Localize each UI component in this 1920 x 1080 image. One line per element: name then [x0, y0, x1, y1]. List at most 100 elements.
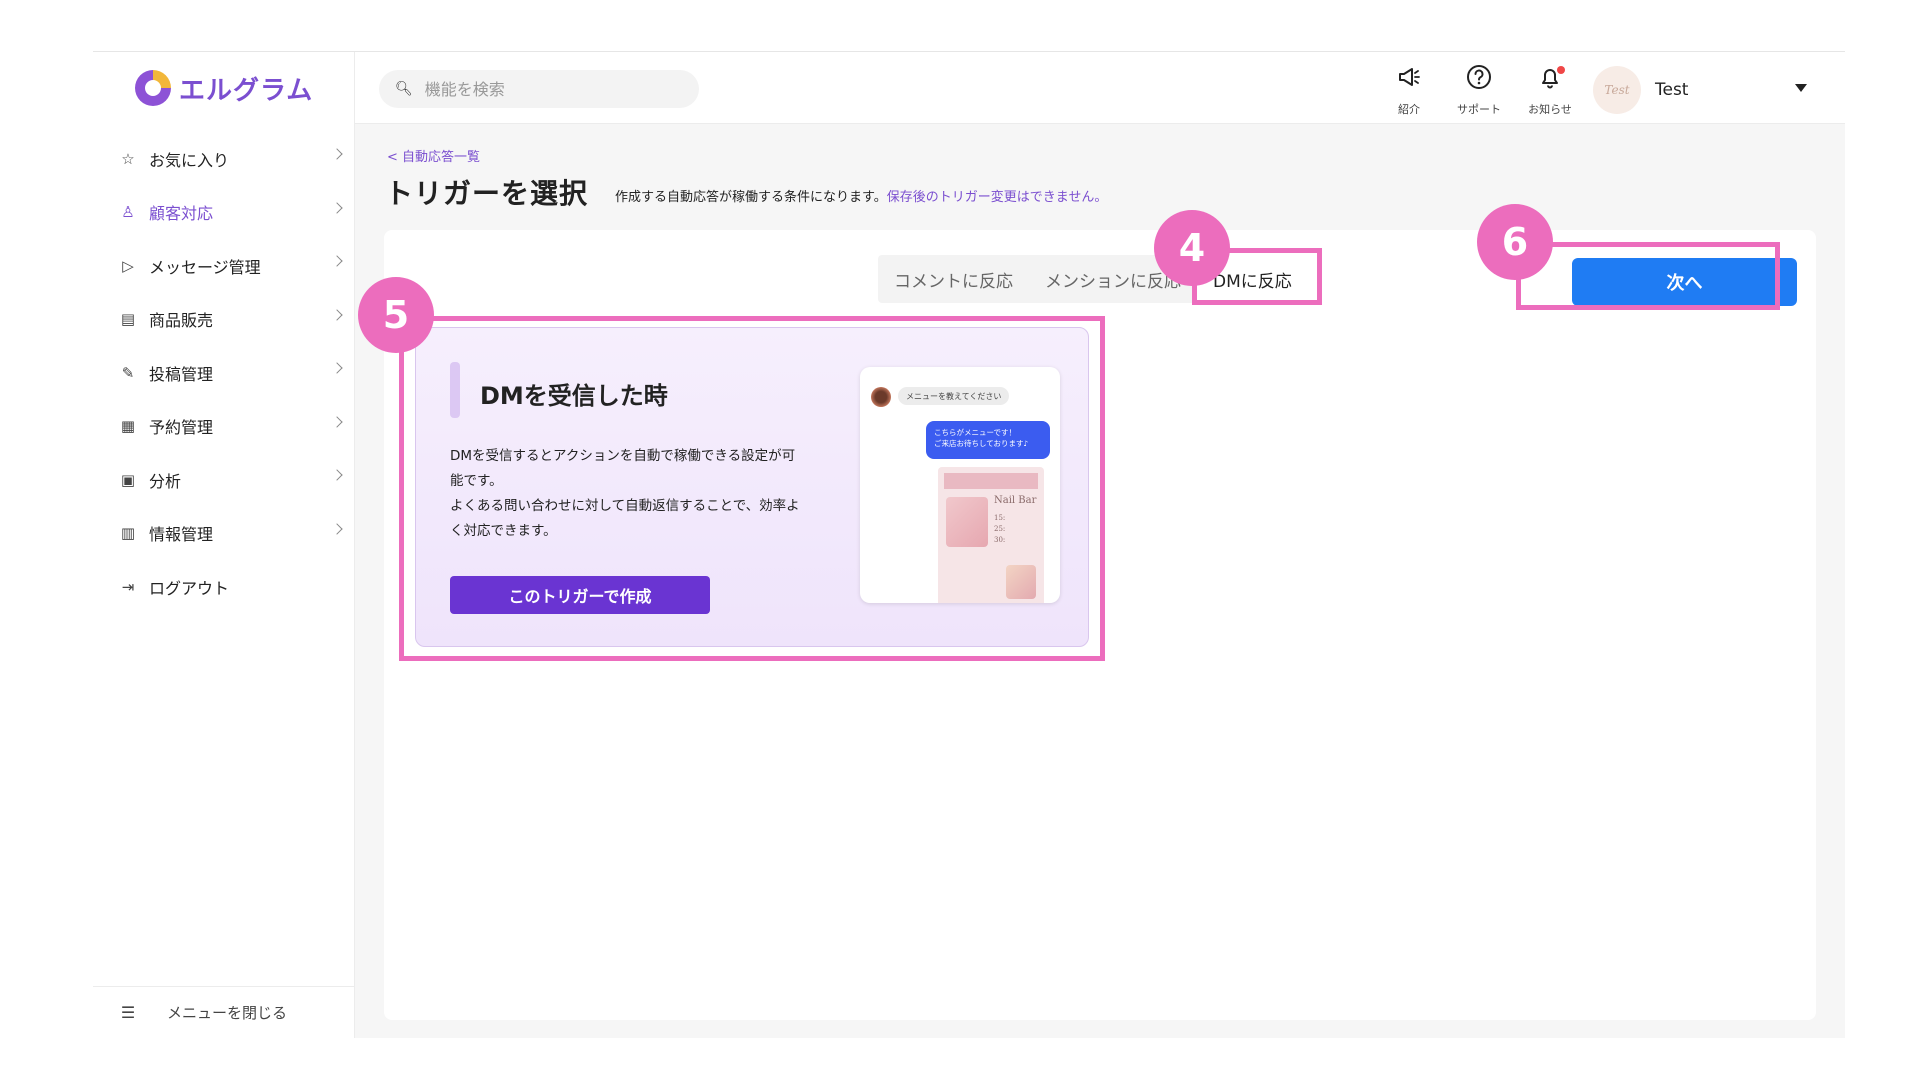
- bar-chart-icon: ▥: [120, 524, 136, 543]
- support-button[interactable]: サポート: [1449, 64, 1509, 117]
- sidebar-item-messages[interactable]: ▷ メッセージ管理: [93, 239, 355, 293]
- chevron-right-icon: [331, 415, 343, 428]
- notifications-label: お知らせ: [1528, 103, 1572, 116]
- chevron-left-icon: <: [387, 150, 403, 165]
- send-icon: ▷: [122, 256, 134, 275]
- edit-icon: ✎: [121, 363, 135, 382]
- card-description-line: 能です。: [450, 473, 503, 489]
- sidebar-item-logout[interactable]: ⇥ ログアウト: [93, 560, 355, 614]
- main-content: < 自動応答一覧 トリガーを選択 作成する自動応答が稼働する条件になります。保存…: [355, 124, 1845, 1038]
- preview-reply-message: こちらがメニューです！ ご来店お待ちしております♪: [926, 421, 1050, 459]
- chevron-right-icon: [331, 362, 343, 374]
- chevron-right-icon: [331, 522, 343, 535]
- avatar: Test: [1593, 66, 1641, 114]
- preview-menu-prices: 15: 25: 30:: [994, 513, 1005, 546]
- sidebar-item-label: 投稿管理: [149, 364, 214, 384]
- megaphone-icon: [1379, 64, 1439, 99]
- breadcrumb[interactable]: < 自動応答一覧: [387, 146, 480, 165]
- sidebar-item-label: 予約管理: [149, 418, 214, 438]
- dm-preview-image: メニューを教えてください こちらがメニューです！ ご来店お待ちしております♪ N…: [860, 367, 1060, 603]
- preview-nail-photo: [946, 497, 988, 547]
- breadcrumb-label: 自動応答一覧: [402, 150, 481, 165]
- card-description-line: く対応できます。: [450, 523, 557, 539]
- user-menu[interactable]: Test Test: [1593, 66, 1688, 114]
- bell-icon: [1520, 64, 1580, 99]
- star-icon: ☆: [121, 149, 135, 168]
- create-trigger-button[interactable]: このトリガーで作成: [450, 576, 710, 614]
- sidebar-nav: ☆ お気に入り ♙ 顧客対応 ▷ メッセージ管理 ▤ 商品販売 ✎ 投稿管理 ▦…: [93, 132, 355, 614]
- sidebar-item-label: 商品販売: [149, 311, 214, 331]
- sidebar-item-label: 顧客対応: [149, 204, 214, 224]
- description-warning: 保存後のトリガー変更はできません。: [886, 190, 1108, 205]
- sidebar-item-label: 情報管理: [149, 525, 214, 545]
- card-description: DMを受信するとアクションを自動で稼働できる設定が可 能です。 よくある問い合わ…: [450, 444, 850, 544]
- sidebar-item-analytics[interactable]: ▣ 分析: [93, 453, 355, 507]
- annotation-badge-5: 5: [358, 277, 434, 353]
- app-logo[interactable]: エルグラム: [135, 68, 313, 108]
- sidebar-item-label: お気に入り: [149, 150, 230, 170]
- preview-price: 15:: [994, 514, 1006, 522]
- close-menu-label: メニューを閉じる: [167, 1004, 288, 1022]
- logout-icon: ⇥: [121, 577, 135, 596]
- preview-menu-header: [944, 473, 1038, 489]
- sidebar-item-label: 分析: [149, 471, 182, 491]
- close-menu-button[interactable]: ☰ メニューを閉じる: [93, 986, 355, 1038]
- sidebar: エルグラム ☆ お気に入り ♙ 顧客対応 ▷ メッセージ管理 ▤ 商品販売 ✎ …: [93, 52, 355, 1038]
- sidebar-item-favorites[interactable]: ☆ お気に入り: [93, 132, 355, 186]
- sidebar-item-label: ログアウト: [149, 578, 230, 598]
- page-title: トリガーを選択: [385, 177, 589, 210]
- search-input[interactable]: [424, 79, 665, 99]
- preview-menu-image: Nail Bar 15: 25: 30:: [938, 467, 1044, 603]
- search-icon: 🔍︎: [395, 81, 413, 97]
- report-icon: ▣: [120, 470, 136, 489]
- search-box: 🔍︎: [379, 70, 699, 108]
- chevron-right-icon: [331, 308, 343, 321]
- chevron-right-icon: [331, 255, 343, 267]
- preview-nail-photo: [1006, 565, 1036, 599]
- sidebar-item-sales[interactable]: ▤ 商品販売: [93, 293, 355, 347]
- preview-price: 30:: [994, 536, 1006, 544]
- user-name: Test: [1655, 80, 1689, 100]
- sidebar-item-label: メッセージ管理: [149, 257, 261, 277]
- notifications-button[interactable]: お知らせ: [1520, 64, 1580, 117]
- preview-menu-title: Nail Bar: [994, 495, 1037, 506]
- notification-dot: [1557, 66, 1565, 74]
- help-icon: [1449, 64, 1509, 99]
- chevron-right-icon: [331, 469, 343, 481]
- logo-icon: [135, 70, 171, 106]
- trigger-tabs: コメントに反応 メンションに反応 DMに反応: [878, 255, 1308, 303]
- annotation-badge-6: 6: [1477, 204, 1553, 280]
- page-description: 作成する自動応答が稼働する条件になります。保存後のトリガー変更はできません。: [615, 186, 1107, 205]
- preview-price: 25:: [994, 525, 1006, 533]
- card-description-line: よくある問い合わせに対して自動返信することで、効率よ: [450, 498, 800, 514]
- sidebar-item-reservations[interactable]: ▦ 予約管理: [93, 400, 355, 454]
- app-window: エルグラム ☆ お気に入り ♙ 顧客対応 ▷ メッセージ管理 ▤ 商品販売 ✎ …: [93, 51, 1845, 1038]
- tab-comment[interactable]: コメントに反応: [878, 255, 1029, 303]
- sidebar-item-info[interactable]: ▥ 情報管理: [93, 507, 355, 561]
- caret-down-icon[interactable]: [1795, 84, 1807, 92]
- intro-label: 紹介: [1398, 103, 1420, 116]
- chevron-right-icon: [331, 201, 343, 214]
- annotation-badge-4: 4: [1154, 210, 1230, 286]
- description-text: 作成する自動応答が稼働する条件になります。: [615, 190, 887, 205]
- chevron-right-icon: [331, 148, 343, 160]
- next-button[interactable]: 次へ: [1572, 258, 1797, 306]
- preview-avatar: [871, 387, 891, 407]
- support-label: サポート: [1457, 103, 1501, 116]
- preview-incoming-message: メニューを教えてください: [898, 387, 1010, 405]
- calendar-icon: ▦: [120, 417, 136, 436]
- trigger-card-dm[interactable]: DMを受信した時 DMを受信するとアクションを自動で稼働できる設定が可 能です。…: [415, 327, 1089, 647]
- sidebar-item-customer[interactable]: ♙ 顧客対応: [93, 186, 355, 240]
- sidebar-item-posts[interactable]: ✎ 投稿管理: [93, 346, 355, 400]
- card-title: DMを受信した時: [480, 382, 668, 410]
- card-description-line: DMを受信するとアクションを自動で稼働できる設定が可: [450, 448, 796, 464]
- preview-reply-line: ご来店お待ちしております♪: [934, 439, 1029, 448]
- logo-text: エルグラム: [179, 75, 314, 106]
- preview-reply-line: こちらがメニューです！: [934, 428, 1017, 437]
- store-icon: ▤: [120, 310, 136, 329]
- topbar: 🔍︎ 紹介 サポート お知らせ Test Test: [355, 52, 1845, 124]
- trigger-panel: コメントに反応 メンションに反応 DMに反応 次へ DMを受信した時 DMを受信…: [384, 230, 1816, 1020]
- menu-collapse-icon: ☰: [120, 1003, 136, 1022]
- intro-button[interactable]: 紹介: [1379, 64, 1439, 117]
- person-icon: ♙: [121, 203, 135, 222]
